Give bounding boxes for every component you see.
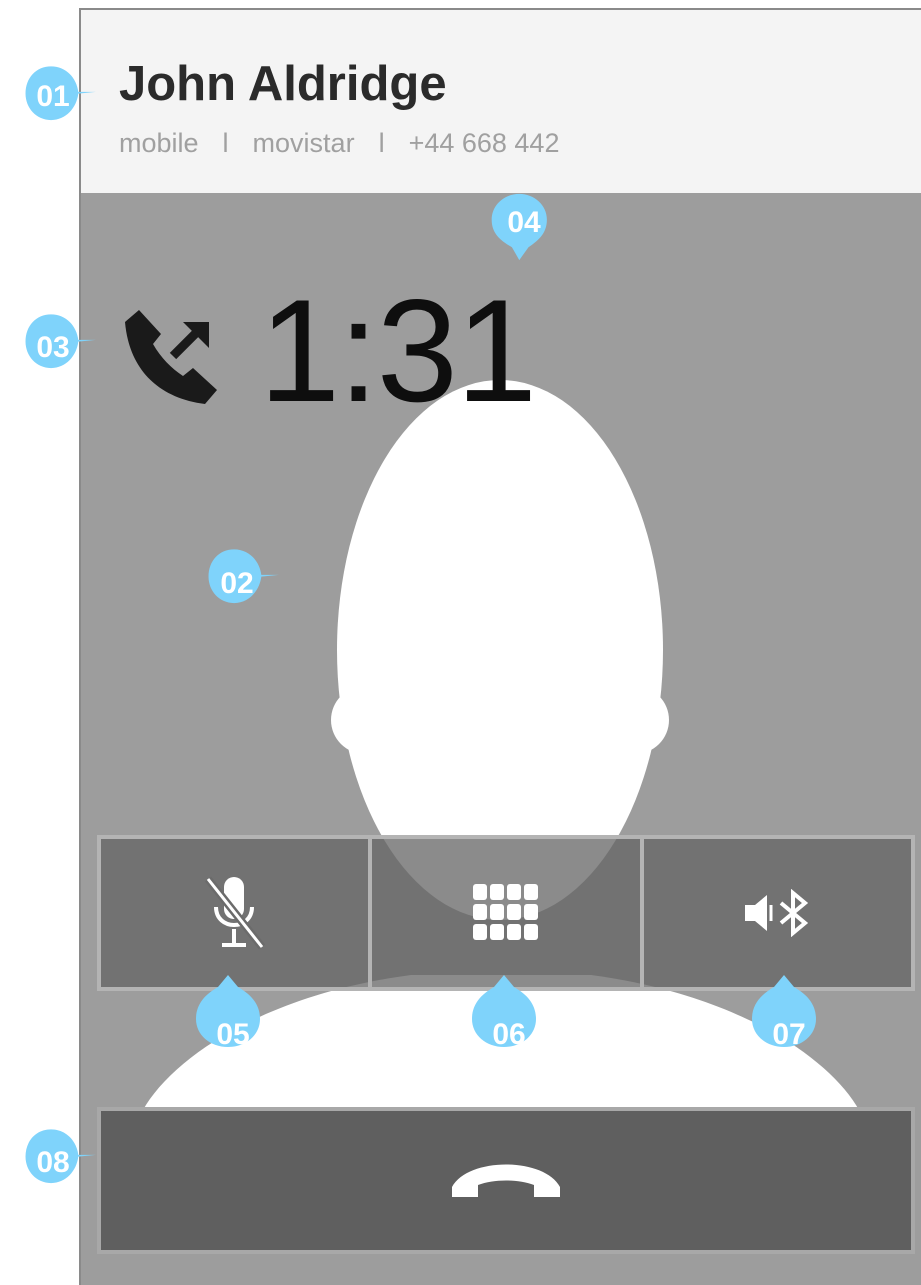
annotation-label-03: 03: [36, 331, 70, 364]
line-type: mobile: [119, 128, 199, 158]
annotation-label-07: 07: [772, 1018, 806, 1051]
annotation-label-02: 02: [220, 567, 254, 600]
call-timer: 1:31: [259, 269, 537, 432]
mute-button[interactable]: [97, 835, 373, 991]
keypad-button[interactable]: [372, 835, 644, 991]
end-call-icon: [452, 1164, 560, 1197]
annotation-label-05: 05: [216, 1018, 250, 1051]
separator: l: [378, 128, 385, 158]
outgoing-call-icon: [125, 310, 217, 404]
annotation-label-04: 04: [507, 206, 541, 239]
annotation-label-06: 06: [492, 1018, 526, 1051]
call-header: John Aldridge mobile l movistar l +44 668 44…: [81, 10, 921, 193]
keypad-icon: [472, 884, 538, 940]
end-call-button[interactable]: [97, 1107, 915, 1254]
phone-number: +44 668 442: [408, 128, 560, 158]
contact-name: John Aldridge: [119, 57, 447, 111]
call-controls: [97, 835, 915, 991]
annotation-label-08: 08: [36, 1146, 70, 1179]
carrier: movistar: [252, 128, 355, 158]
separator: l: [222, 128, 229, 158]
microphone-muted-icon: [204, 876, 265, 950]
speaker-bluetooth-icon: [745, 889, 809, 937]
contact-details: mobile l movistar l +44 668 442: [119, 130, 559, 157]
annotation-label-01: 01: [36, 80, 70, 113]
audio-output-button[interactable]: [643, 835, 915, 991]
